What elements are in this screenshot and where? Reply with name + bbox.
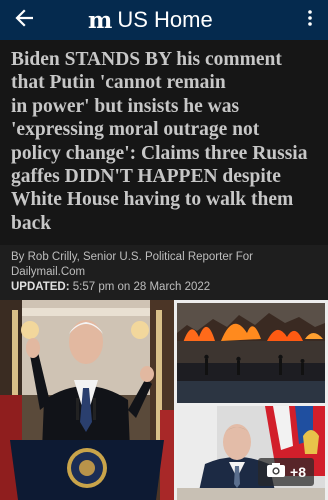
headline-line: gaffes DIDN'T HAPPEN despite xyxy=(11,166,281,188)
headline-line: in power' but insists he was xyxy=(11,95,240,117)
headline-line: policy change': Claims three Russia xyxy=(11,142,308,164)
dailymail-logo: m xyxy=(88,6,112,34)
headline-section: Biden STANDS BY his comment that Putin '… xyxy=(0,40,328,245)
more-vertical-icon xyxy=(307,9,313,32)
article-meta: By Rob Crilly, Senior U.S. Political Rep… xyxy=(0,245,328,300)
back-arrow-icon xyxy=(15,8,34,32)
fire-scene-photo[interactable] xyxy=(177,303,325,403)
camera-icon xyxy=(266,462,286,483)
byline: By Rob Crilly, Senior U.S. Political Rep… xyxy=(11,250,321,280)
headline-line: White House having to walk them xyxy=(11,189,294,211)
gallery-open-button[interactable]: +8 xyxy=(258,458,314,486)
publisher-line: Dailymail.Com xyxy=(11,266,86,278)
updated-label: UPDATED: xyxy=(11,281,70,293)
section-name: US Home xyxy=(117,7,213,32)
headline-line: Biden STANDS BY his comment xyxy=(11,49,282,70)
gallery-count: +8 xyxy=(290,464,306,480)
updated-timestamp: UPDATED: 5:57 pm on 28 March 2022 xyxy=(11,280,210,295)
headline-line: back xyxy=(11,212,52,234)
main-photo[interactable] xyxy=(0,300,174,500)
back-button[interactable] xyxy=(6,4,42,36)
updated-value: 5:57 pm on 28 March 2022 xyxy=(69,281,211,293)
top-app-bar: m US Home xyxy=(0,0,328,40)
headline-line: 'expressing moral outrage not xyxy=(11,119,260,141)
article-headline: Biden STANDS BY his comment that Putin '… xyxy=(11,48,323,235)
section-title[interactable]: m US Home xyxy=(88,6,213,34)
more-options-button[interactable] xyxy=(298,4,322,36)
headline-line: that Putin 'cannot remain xyxy=(11,72,226,94)
author-line: By Rob Crilly, Senior U.S. Political Rep… xyxy=(11,251,253,263)
